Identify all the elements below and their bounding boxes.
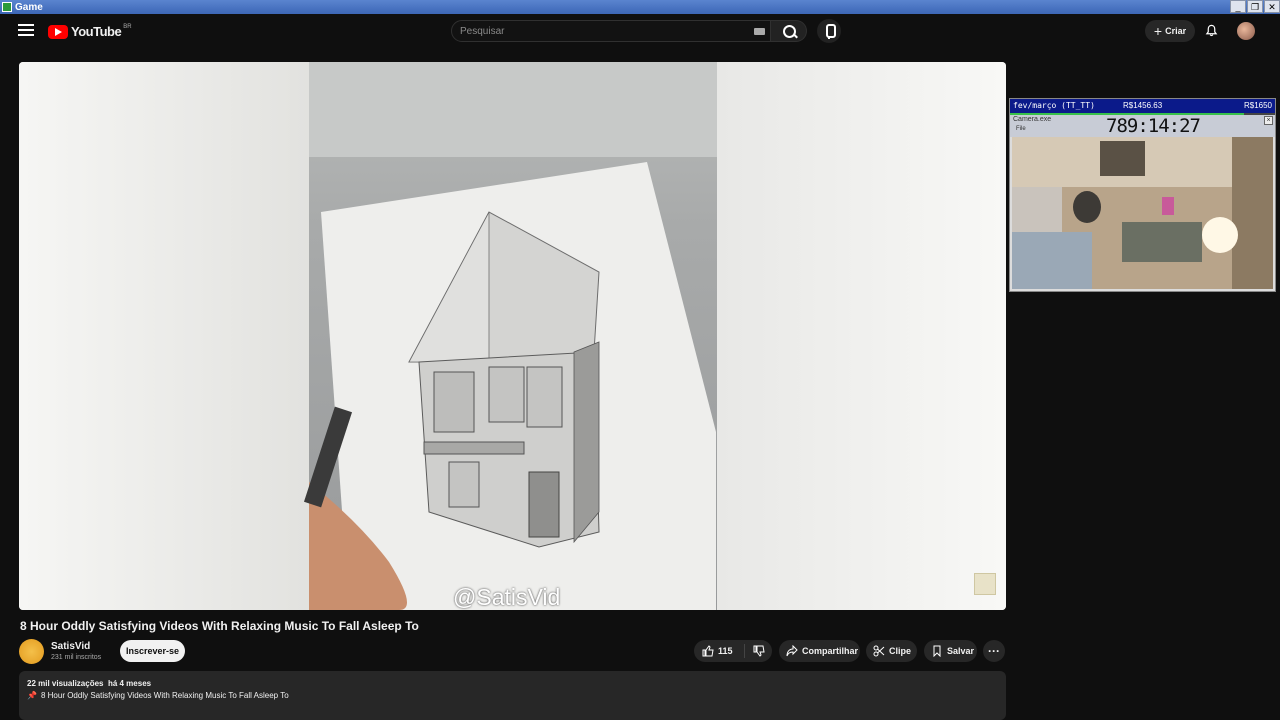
goal-target-amount: R$1650 — [1243, 101, 1272, 110]
dislike-button[interactable] — [745, 645, 772, 657]
search-button[interactable] — [771, 20, 807, 42]
plus-icon: + — [1153, 23, 1163, 39]
youtube-logo[interactable]: YouTube BR — [48, 24, 132, 39]
os-window-title: Game — [15, 1, 43, 13]
thumbs-down-icon — [753, 645, 765, 657]
goal-current-amount: R$1456.63 — [1123, 101, 1163, 110]
voice-search-mic-icon[interactable] — [817, 19, 841, 43]
share-label: Compartilhar — [802, 646, 859, 656]
goal-period: fev/março (TT_TT) — [1013, 101, 1095, 110]
like-button[interactable]: 115 — [694, 644, 745, 658]
donation-goal-bar: fev/março (TT_TT) R$1456.63 R$1650 — [1010, 99, 1275, 113]
stream-overlay-widget: fev/março (TT_TT) R$1456.63 R$1650 Camer… — [1009, 98, 1276, 292]
video-title: 8 Hour Oddly Satisfying Videos With Rela… — [20, 619, 419, 633]
pin-icon: 📌 — [27, 691, 37, 700]
bookmark-icon — [933, 645, 941, 657]
hamburger-menu-icon[interactable] — [18, 24, 34, 36]
region-code: BR — [123, 23, 132, 30]
like-dislike-group: 115 — [694, 640, 772, 662]
search-box — [451, 20, 771, 42]
video-watermark: @SatisVid — [453, 584, 561, 610]
channel-name[interactable]: SatisVid — [51, 641, 90, 652]
upload-age: há 4 meses — [107, 679, 152, 688]
description-text: 8 Hour Oddly Satisfying Videos With Rela… — [40, 691, 289, 700]
thumbs-up-icon — [702, 645, 714, 657]
camera-close-icon[interactable]: × — [1264, 116, 1273, 125]
video-player[interactable]: @SatisVid — [19, 62, 1006, 610]
create-label: Criar — [1165, 26, 1187, 36]
youtube-play-icon — [48, 24, 68, 39]
clip-button[interactable]: Clipe — [866, 640, 917, 662]
camera-window-title: Camera.exe — [1013, 116, 1052, 123]
description-meta: 22 mil visualizações há 4 meses — [27, 679, 151, 688]
share-button[interactable]: Compartilhar — [779, 640, 860, 662]
subscribe-button[interactable]: Inscrever-se — [120, 640, 185, 662]
view-count: 22 mil visualizações — [27, 679, 104, 688]
os-window-controls: _ ❐ ✕ — [1230, 0, 1280, 13]
description-first-line: 📌 8 Hour Oddly Satisfying Videos With Re… — [27, 691, 289, 700]
more-actions-button[interactable]: ··· — [983, 640, 1005, 662]
keyboard-icon[interactable] — [754, 28, 765, 35]
minimize-button[interactable]: _ — [1230, 0, 1246, 13]
create-button[interactable]: + Criar — [1145, 20, 1195, 42]
search-input[interactable] — [460, 24, 740, 38]
scissors-icon — [873, 645, 885, 657]
description-box[interactable]: 22 mil visualizações há 4 meses 📌 8 Hour… — [19, 671, 1006, 720]
app-icon — [2, 2, 12, 12]
share-icon — [786, 645, 798, 657]
os-titlebar: Game _ ❐ ✕ — [0, 0, 1280, 14]
user-avatar[interactable] — [1237, 22, 1255, 40]
like-count: 115 — [718, 646, 733, 656]
youtube-header: YouTube BR + Criar — [0, 14, 1280, 48]
channel-watermark-icon[interactable] — [974, 573, 996, 595]
notifications-bell-icon[interactable] — [1205, 24, 1218, 37]
video-frame — [19, 62, 1006, 610]
subscriber-count: 231 mil inscritos — [51, 654, 102, 661]
logo-text: YouTube — [71, 24, 122, 39]
webcam-feed — [1012, 137, 1273, 289]
save-button[interactable]: Salvar — [924, 640, 977, 662]
save-label: Salvar — [947, 646, 975, 656]
restore-button[interactable]: ❐ — [1247, 0, 1263, 13]
close-button[interactable]: ✕ — [1264, 0, 1280, 13]
channel-avatar[interactable] — [19, 639, 44, 664]
clip-label: Clipe — [889, 646, 912, 656]
stream-timer: 789:14:27 — [1106, 115, 1201, 137]
camera-file-menu[interactable]: File — [1016, 126, 1026, 132]
